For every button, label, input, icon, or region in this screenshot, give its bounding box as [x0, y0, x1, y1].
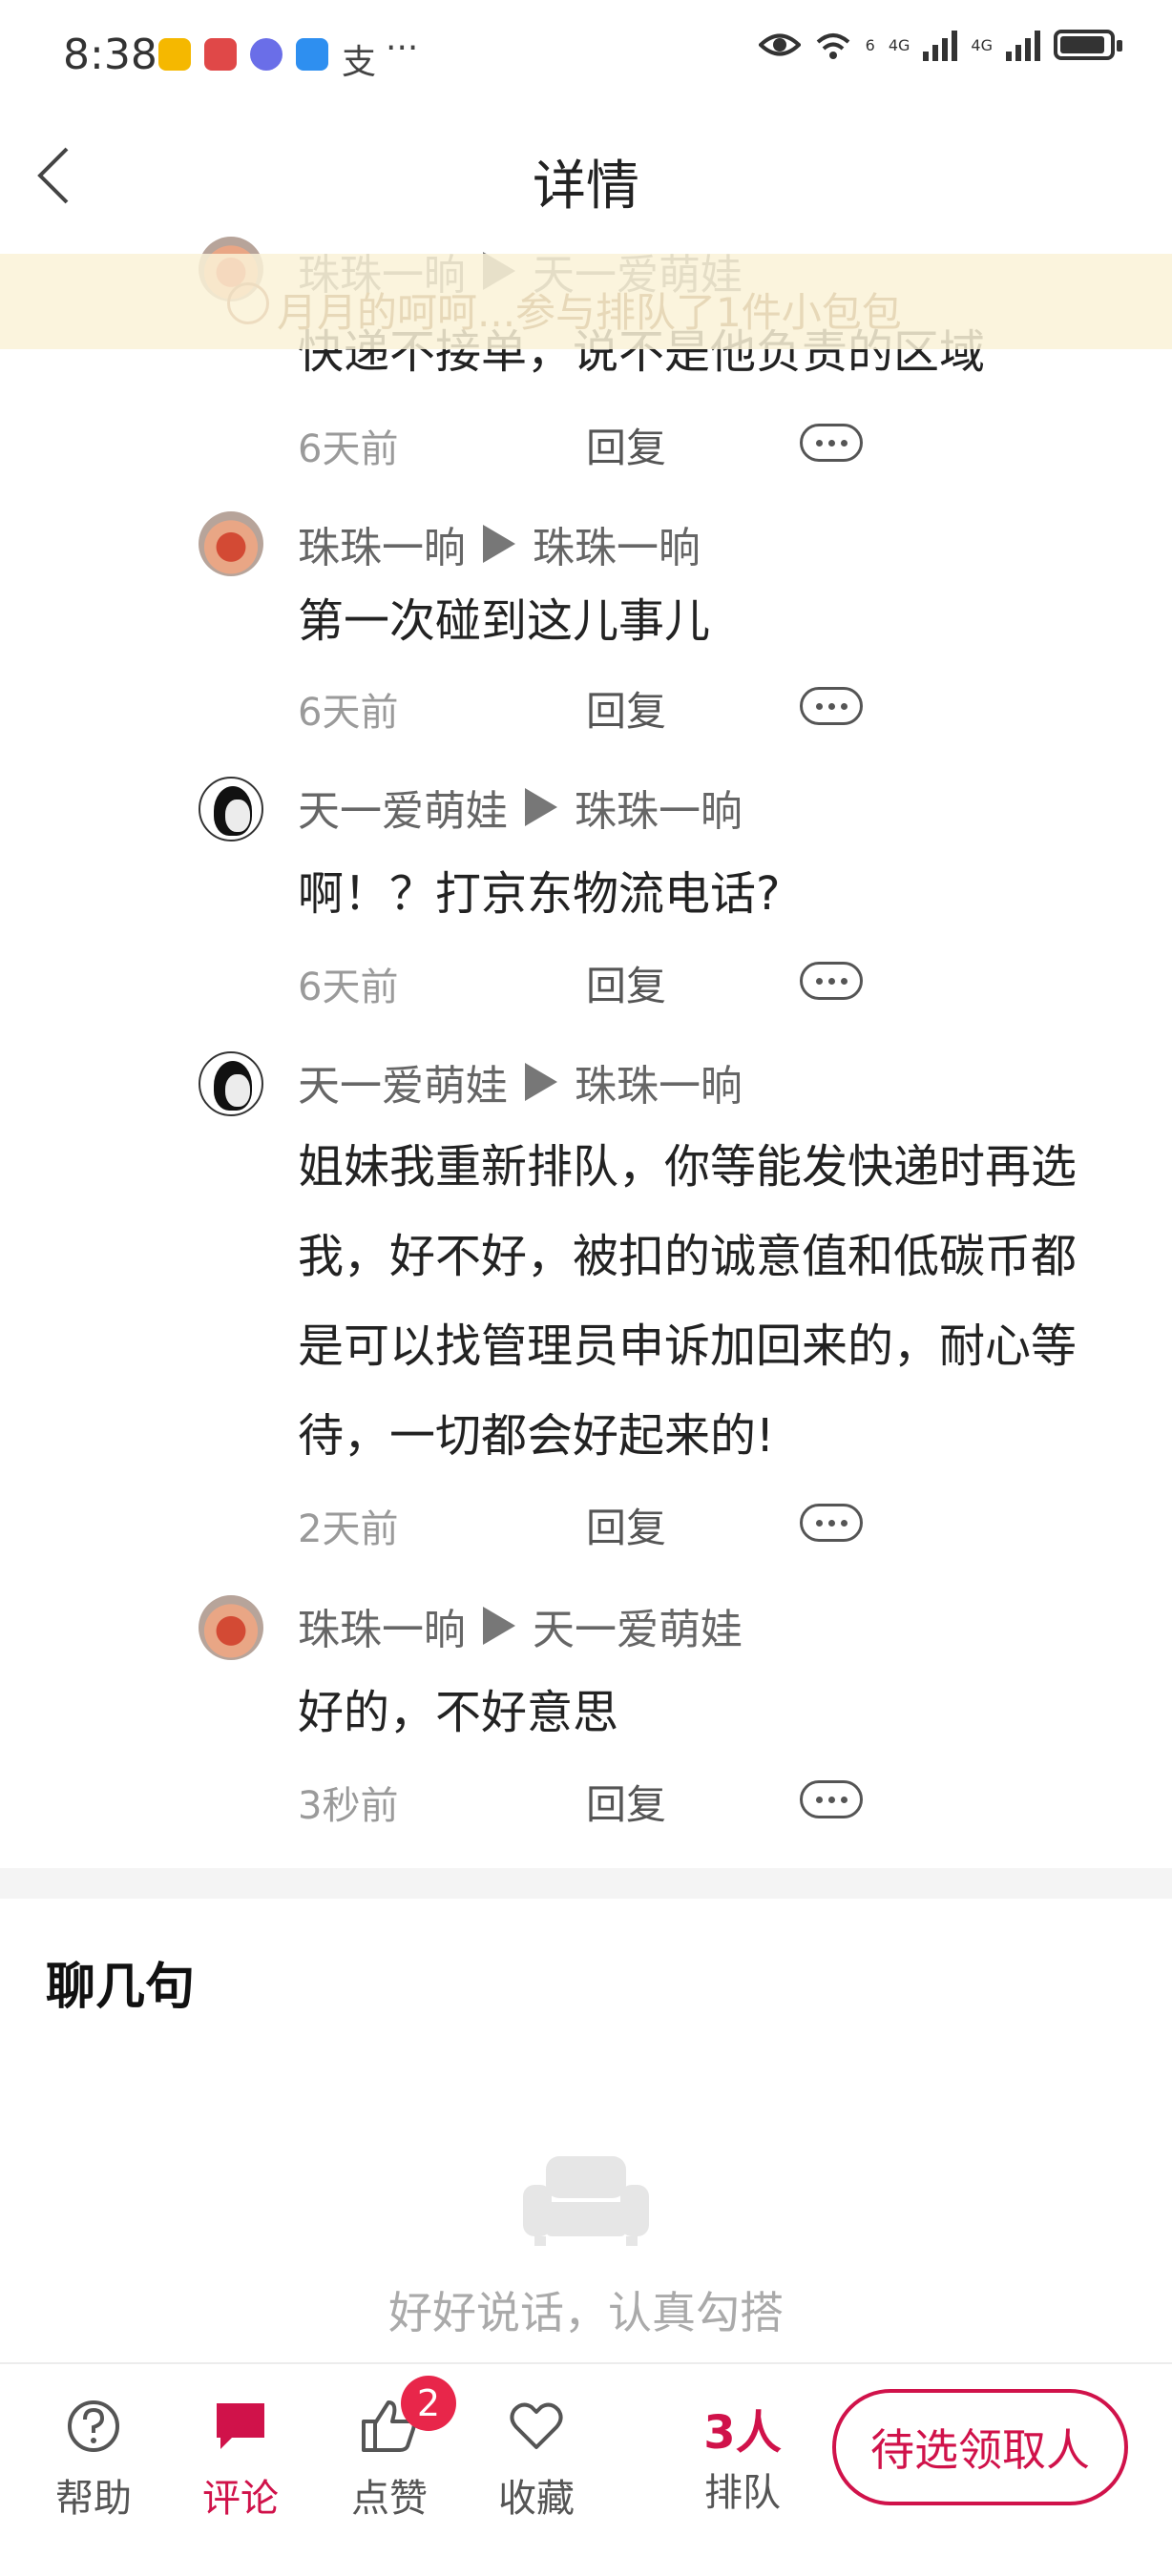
more-notifications-icon: ··· [386, 29, 419, 68]
page-title: 详情 [533, 156, 639, 218]
like-count-badge: 2 [401, 2376, 456, 2431]
lock-app-icon [158, 38, 191, 71]
queue-label[interactable]: 排队 [680, 2462, 806, 2517]
like-label: 点赞 [351, 2477, 428, 2521]
comment-time: 6天前 [298, 691, 399, 735]
more-options-icon[interactable] [800, 424, 863, 462]
comment-author[interactable]: 天一爱萌娃 [298, 777, 508, 838]
alipay-icon: 支 [342, 43, 377, 82]
comment-label: 评论 [202, 2477, 279, 2521]
clock-icon [227, 282, 269, 324]
more-options-icon[interactable] [800, 962, 863, 1000]
eye-icon [758, 33, 801, 56]
comment-names: 天一爱萌娃 珠珠一晌 [298, 777, 743, 838]
comment-time: 3秒前 [298, 1784, 399, 1828]
commenter-avatar[interactable] [199, 1051, 263, 1116]
reply-button[interactable]: 回复 [586, 1773, 666, 1831]
reply-arrow-icon [483, 525, 515, 563]
net-6-label: 6 [865, 35, 875, 54]
comment-author[interactable]: 珠珠一晌 [298, 1595, 466, 1656]
sofa-icon [523, 2156, 649, 2246]
comment-recipient[interactable]: 天一爱萌娃 [533, 1595, 743, 1656]
comment-time: 6天前 [298, 966, 399, 1009]
comment-tab[interactable]: 评论 [183, 2393, 298, 2523]
wifi-icon [816, 33, 849, 59]
reply-arrow-icon [525, 788, 557, 826]
comment-time: 2天前 [298, 1507, 399, 1551]
commenter-avatar[interactable] [199, 777, 263, 841]
comment-names: 珠珠一晌 珠珠一晌 [298, 513, 701, 574]
reply-button[interactable]: 回复 [586, 1496, 666, 1554]
reply-arrow-icon [525, 1063, 557, 1101]
queue-count[interactable]: 3人 [680, 2395, 806, 2462]
favorite-label: 收藏 [498, 2477, 575, 2521]
comment-recipient[interactable]: 珠珠一晌 [575, 777, 743, 838]
favorite-tab[interactable]: 收藏 [479, 2393, 594, 2523]
more-options-icon[interactable] [800, 1780, 863, 1818]
weather-app-icon [296, 38, 328, 71]
comment-text: 姐妹我重新排队，你等能发快递时再选我，好不好，被扣的诚意值和低碳币都是可以找管理… [298, 1140, 1078, 1463]
comment-text: 啊！？打京东物流电话? [298, 867, 781, 921]
battery-icon [1054, 30, 1122, 60]
pick-recipient-button[interactable]: 待选领取人 [832, 2389, 1128, 2505]
comment-author[interactable]: 天一爱萌娃 [298, 1051, 508, 1112]
music-app-icon [250, 38, 283, 71]
comment-author[interactable]: 珠珠一晌 [298, 513, 466, 574]
comment-names: 天一爱萌娃 珠珠一晌 [298, 1051, 743, 1112]
comment-names: 珠珠一晌 天一爱萌娃 [298, 1595, 743, 1656]
reply-arrow-icon [483, 1607, 515, 1645]
comment-text: 好的，不好意思 [298, 1686, 619, 1739]
heart-icon [510, 2402, 563, 2449]
reply-button[interactable]: 回复 [586, 679, 666, 737]
net-4g-label-2: 4G [971, 35, 993, 54]
comment-text: 第一次碰到这儿事儿 [298, 594, 711, 648]
more-options-icon[interactable] [800, 687, 863, 725]
book-app-icon [204, 38, 237, 71]
net-4g-label-1: 4G [888, 35, 910, 54]
commenter-avatar[interactable] [199, 511, 263, 576]
status-bar: 8:38 支 ··· 6 4G 4G [0, 0, 1172, 114]
reply-button[interactable]: 回复 [586, 416, 666, 474]
activity-banner-text: 月月的呵呵...参与排队了1件小包包 [277, 289, 902, 336]
comment-recipient[interactable]: 珠珠一晌 [533, 513, 701, 574]
reply-button[interactable]: 回复 [586, 954, 666, 1012]
chat-section-title: 聊几句 [46, 1959, 196, 2016]
status-time: 8:38 [63, 31, 157, 79]
comment-icon [217, 2403, 264, 2449]
signal-icon [923, 29, 958, 61]
help-label: 帮助 [55, 2477, 132, 2521]
commenter-avatar[interactable] [199, 1595, 263, 1660]
help-tab[interactable]: 帮助 [36, 2393, 151, 2523]
signal-icon-2 [1006, 29, 1040, 61]
empty-state-text: 好好说话，认真勾搭 [388, 2287, 784, 2338]
comment-recipient[interactable]: 珠珠一晌 [575, 1051, 743, 1112]
help-icon [68, 2400, 119, 2452]
more-options-icon[interactable] [800, 1504, 863, 1542]
section-divider [0, 1868, 1172, 1899]
comment-time: 6天前 [298, 427, 399, 471]
